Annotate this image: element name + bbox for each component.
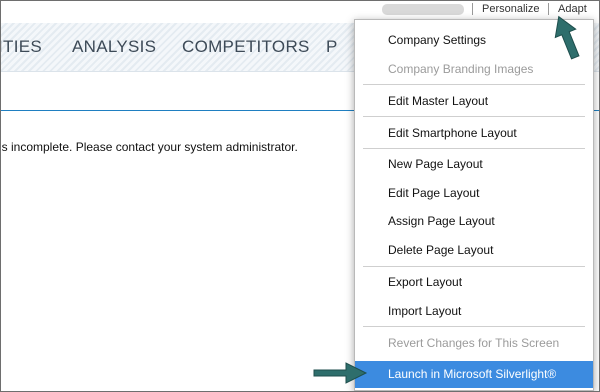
menu-item-new-page-layout[interactable]: New Page Layout (355, 152, 593, 176)
user-name-placeholder[interactable] (382, 4, 464, 15)
top-bar-separator (548, 3, 549, 15)
menu-item-edit-page-layout[interactable]: Edit Page Layout (355, 181, 593, 205)
error-message: is incomplete. Please contact your syste… (0, 140, 298, 154)
top-bar-separator (472, 3, 473, 15)
menu-item-edit-master-layout[interactable]: Edit Master Layout (355, 89, 593, 113)
menu-item-export-layout[interactable]: Export Layout (355, 270, 593, 294)
adapt-menu: Company Settings Company Branding Images… (354, 19, 594, 391)
nav-tab-competitors[interactable]: COMPETITORS (182, 37, 310, 57)
app-window: Personalize Adapt ITIES ANALYSIS COMPETI… (0, 0, 600, 392)
nav-tab-analysis[interactable]: ANALYSIS (72, 37, 156, 57)
menu-separator (363, 266, 585, 267)
personalize-link[interactable]: Personalize (482, 2, 539, 16)
nav-tab-partial[interactable]: P (326, 37, 338, 57)
menu-separator (363, 148, 585, 149)
menu-item-import-layout[interactable]: Import Layout (355, 299, 593, 323)
menu-separator (363, 116, 585, 117)
menu-item-launch-silverlight[interactable]: Launch in Microsoft Silverlight® (355, 361, 593, 388)
nav-tab-activities[interactable]: ITIES (1, 37, 42, 57)
menu-item-revert-changes: Revert Changes for This Screen (388, 336, 560, 350)
menu-separator (363, 84, 585, 85)
arrow-up-icon (554, 15, 580, 60)
menu-separator (363, 326, 585, 327)
menu-item-assign-page-layout[interactable]: Assign Page Layout (355, 209, 593, 233)
arrow-right-icon (313, 362, 368, 384)
menu-item-delete-page-layout[interactable]: Delete Page Layout (355, 238, 593, 262)
menu-item-edit-smartphone-layout[interactable]: Edit Smartphone Layout (355, 121, 593, 145)
